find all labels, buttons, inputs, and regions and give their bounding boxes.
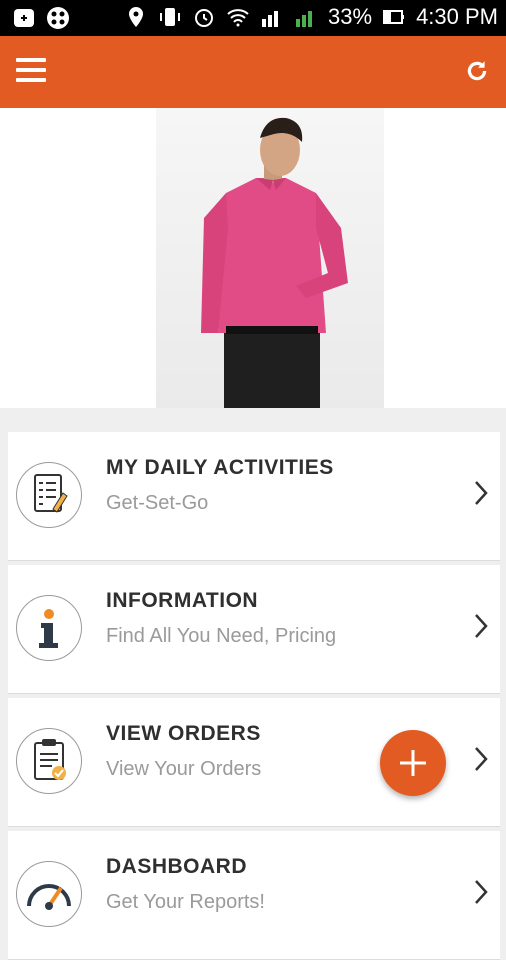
menu-item-title: DASHBOARD (106, 855, 247, 878)
battery-icon (383, 10, 405, 24)
status-bar: 33% 4:30 PM (0, 0, 506, 36)
chevron-right-icon (475, 614, 488, 638)
wifi-icon (227, 9, 249, 27)
clock: 4:30 PM (416, 4, 498, 29)
menu-item-dashboard[interactable]: DASHBOARD Get Your Reports! (8, 831, 500, 960)
app-grid-icon (47, 7, 69, 29)
menu-item-title: MY DAILY ACTIVITIES (106, 456, 334, 479)
menu-item-subtitle: View Your Orders (106, 758, 262, 780)
menu-item-subtitle: Get-Set-Go (106, 492, 209, 514)
menu-item-information[interactable]: INFORMATION Find All You Need, Pricing (8, 565, 500, 694)
notification-icon (14, 9, 34, 27)
app-bar (0, 36, 506, 108)
plus-icon (400, 750, 426, 776)
location-icon (129, 7, 144, 27)
menu-item-title: INFORMATION (106, 589, 259, 612)
signal-2-icon (296, 11, 313, 27)
menu-item-daily-activities[interactable]: MY DAILY ACTIVITIES Get-Set-Go (8, 432, 500, 561)
hero-banner (0, 108, 506, 408)
clipboard-icon (16, 728, 82, 794)
menu-item-title: VIEW ORDERS (106, 722, 261, 745)
menu-item-subtitle: Find All You Need, Pricing (106, 625, 337, 647)
refresh-icon[interactable] (464, 58, 490, 84)
info-icon (16, 595, 82, 661)
menu-item-subtitle: Get Your Reports! (106, 891, 265, 913)
add-button[interactable] (380, 730, 446, 796)
gauge-icon (16, 861, 82, 927)
signal-icon (262, 11, 279, 27)
vibrate-icon (160, 8, 181, 26)
chevron-right-icon (475, 481, 488, 505)
chevron-right-icon (475, 880, 488, 904)
battery-percent: 33% (328, 4, 373, 29)
model-photo (156, 108, 384, 408)
checklist-icon (16, 462, 82, 528)
alarm-icon (195, 9, 214, 27)
chevron-right-icon (475, 747, 488, 771)
hamburger-menu-icon[interactable] (16, 58, 46, 82)
